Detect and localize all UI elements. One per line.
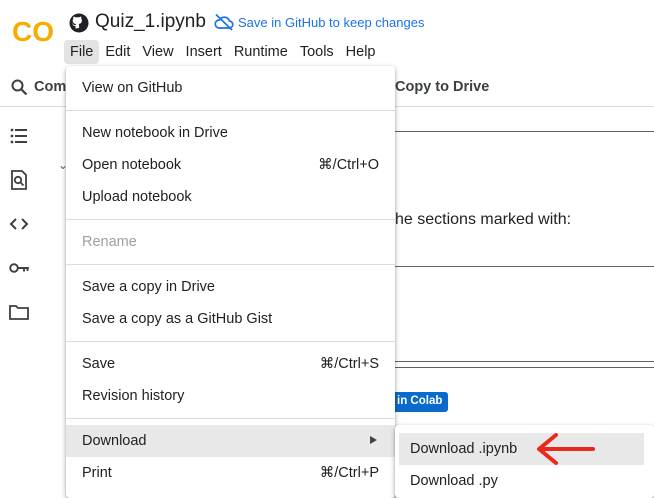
menu-item-label: Save a copy in Drive (82, 279, 215, 295)
search-icon[interactable] (11, 79, 28, 96)
cell-divider (395, 367, 654, 368)
menu-item-download-py[interactable]: Download .py (399, 465, 644, 497)
menu-separator (66, 418, 395, 419)
notebook-text: he sections marked with: (395, 211, 572, 228)
key-icon[interactable] (8, 257, 30, 279)
menu-item-print[interactable]: Print ⌘/Ctrl+P (66, 457, 395, 489)
cell-divider (395, 131, 654, 132)
menu-item-new-notebook[interactable]: New notebook in Drive (66, 117, 395, 149)
github-icon (69, 13, 89, 33)
find-icon[interactable] (8, 169, 30, 191)
menu-item-label: View on GitHub (82, 80, 183, 96)
menu-item-view-on-github[interactable]: View on GitHub (66, 72, 395, 104)
menu-item-label: Open notebook (82, 157, 182, 173)
menu-item-label: Save a copy as a GitHub Gist (82, 311, 273, 327)
folder-icon[interactable] (8, 301, 30, 323)
menubar: File Edit View Insert Runtime Tools Help (64, 40, 382, 64)
menu-separator (66, 110, 395, 111)
menu-item-download-ipynb[interactable]: Download .ipynb (399, 433, 644, 465)
menu-item-label: New notebook in Drive (82, 125, 228, 141)
menu-item-label: Revision history (82, 388, 185, 404)
menu-item-label: Save (82, 356, 116, 372)
file-menu: View on GitHub New notebook in Drive Ope… (66, 66, 395, 498)
menu-runtime[interactable]: Runtime (228, 40, 294, 64)
menu-item-save[interactable]: Save ⌘/Ctrl+S (66, 348, 395, 380)
menu-separator (66, 264, 395, 265)
menu-item-save-copy-gist[interactable]: Save a copy as a GitHub Gist (66, 303, 395, 335)
menu-item-upload-notebook[interactable]: Upload notebook (66, 181, 395, 213)
red-arrow-annotation-icon (537, 433, 595, 465)
menu-item-label: Download .ipynb (410, 441, 518, 457)
colab-logo-text: CO (12, 16, 54, 46)
menu-item-label: Upload notebook (82, 189, 192, 205)
menu-separator (66, 219, 395, 220)
cell-divider (395, 266, 654, 267)
menu-item-label: Download .py (410, 473, 498, 489)
menu-item-download[interactable]: Download (66, 425, 395, 457)
shortcut-label: ⌘/Ctrl+P (319, 465, 379, 481)
download-submenu: Download .ipynb Download .py (395, 425, 654, 498)
save-in-github-link[interactable]: Save in GitHub to keep changes (238, 15, 424, 30)
menu-edit[interactable]: Edit (99, 40, 136, 64)
cloud-off-icon[interactable] (214, 13, 234, 31)
code-icon[interactable] (8, 213, 30, 235)
menu-item-rename: Rename (66, 226, 395, 258)
menu-item-label: Print (82, 465, 112, 481)
menu-insert[interactable]: Insert (180, 40, 228, 64)
menu-item-open-notebook[interactable]: Open notebook ⌘/Ctrl+O (66, 149, 395, 181)
menu-help[interactable]: Help (340, 40, 382, 64)
menu-item-revision-history[interactable]: Revision history (66, 380, 395, 412)
copy-to-drive-button[interactable]: Copy to Drive (395, 79, 489, 95)
toc-icon[interactable] (8, 125, 30, 147)
menu-view[interactable]: View (136, 40, 179, 64)
shortcut-label: ⌘/Ctrl+O (318, 157, 379, 173)
menu-item-save-copy-drive[interactable]: Save a copy in Drive (66, 271, 395, 303)
colab-logo[interactable]: CO (12, 16, 56, 46)
menu-item-label: Download (82, 433, 147, 449)
menu-file[interactable]: File (64, 40, 100, 64)
shortcut-label: ⌘/Ctrl+S (319, 356, 379, 372)
menu-tools[interactable]: Tools (294, 40, 340, 64)
menu-separator (66, 341, 395, 342)
cell-divider (395, 361, 654, 362)
menu-item-label: Rename (82, 234, 137, 250)
submenu-arrow-icon (370, 436, 377, 444)
notebook-title[interactable]: Quiz_1.ipynb (95, 11, 206, 33)
